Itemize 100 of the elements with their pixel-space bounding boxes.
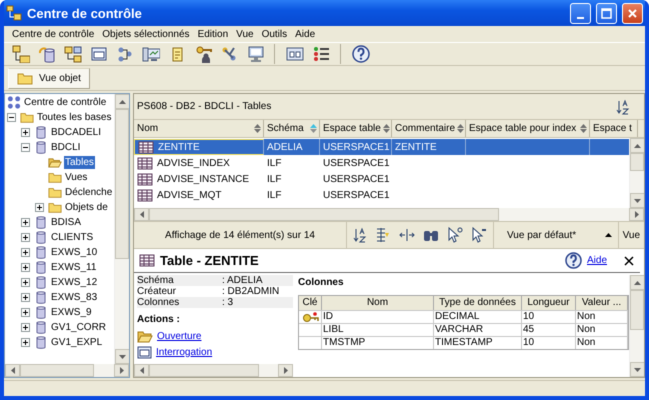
menu-item[interactable]: Vue [232, 28, 258, 40]
vertical-scrollbar[interactable] [114, 94, 129, 364]
expand-toggle[interactable] [21, 233, 30, 242]
left-arrow-icon[interactable] [140, 211, 144, 218]
tree-item[interactable]: Déclenche [64, 186, 114, 199]
table-cell[interactable]: ZENTITE [134, 139, 264, 155]
tree-item[interactable]: EXWS_9 [50, 306, 93, 319]
left-arrow-icon[interactable] [140, 367, 144, 374]
scroll-thumb[interactable] [115, 109, 129, 259]
help-link[interactable]: Aide [586, 255, 607, 266]
scroll-thumb[interactable] [630, 153, 644, 171]
filter-icon[interactable] [375, 227, 391, 243]
expand-toggle[interactable] [21, 323, 30, 332]
tree-item[interactable]: EXWS_11 [50, 261, 98, 274]
close-button[interactable] [622, 2, 643, 24]
window-icon[interactable] [286, 45, 304, 63]
tree-item[interactable]: BDISA [50, 216, 82, 229]
expand-toggle[interactable] [21, 218, 30, 227]
sort-icon[interactable] [353, 227, 367, 243]
scroll-thumb[interactable] [149, 364, 259, 377]
tree-item[interactable]: EXWS_83 [50, 291, 98, 304]
horizontal-scrollbar[interactable] [134, 208, 644, 221]
pointer-icon[interactable] [447, 227, 463, 243]
menu-item[interactable]: Outils [258, 28, 292, 40]
tools-icon[interactable] [220, 45, 238, 63]
maximize-button[interactable] [596, 2, 617, 24]
collapse-toggle[interactable] [7, 113, 16, 122]
view-dropdown[interactable]: Vue par défaut* [501, 222, 619, 248]
horizontal-scrollbar[interactable] [134, 364, 293, 377]
close-icon[interactable] [624, 256, 634, 266]
open-folder-icon[interactable] [137, 330, 153, 342]
tree-item[interactable]: Toutes les bases [36, 111, 112, 124]
menu-item[interactable]: Edition [194, 28, 232, 40]
console-icon[interactable] [90, 45, 108, 63]
view-button[interactable]: Vue [618, 222, 644, 248]
menu-item[interactable]: Aide [291, 28, 320, 40]
expand-toggle[interactable] [21, 308, 30, 317]
menu-item[interactable]: Objets sélectionnés [98, 28, 194, 40]
column-header[interactable]: Nom [134, 120, 264, 137]
left-arrow-icon[interactable] [10, 367, 14, 374]
tree-item[interactable]: GV1_CORR [50, 321, 108, 334]
vertical-scrollbar[interactable] [629, 138, 644, 208]
menu-item[interactable]: Centre de contrôle [8, 28, 98, 40]
expand-toggle[interactable] [21, 263, 30, 272]
minimize-button[interactable] [570, 2, 591, 24]
table-cell[interactable]: ADVISE_INSTANCE [134, 171, 264, 187]
expand-toggle[interactable] [21, 248, 30, 257]
table-cell[interactable]: ADVISE_MQT [134, 187, 264, 203]
right-arrow-icon[interactable] [634, 211, 638, 218]
computer-icon[interactable] [246, 45, 264, 63]
up-arrow-icon[interactable] [634, 144, 641, 148]
tree-item[interactable]: BDCLI [50, 141, 82, 154]
column-header[interactable]: Espace table [320, 120, 392, 137]
right-arrow-icon[interactable] [284, 367, 288, 374]
action-link[interactable]: Ouverture [157, 330, 202, 342]
tree-item[interactable]: BDCADELI [50, 126, 102, 139]
expand-toggle[interactable] [35, 203, 44, 212]
action-link[interactable]: Interrogation [156, 346, 212, 358]
column-header[interactable]: Nom [322, 296, 434, 310]
tree-item[interactable]: Centre de contrôle [23, 96, 108, 109]
down-arrow-icon[interactable] [119, 354, 126, 358]
folder-tree-icon[interactable] [12, 45, 30, 63]
expand-toggle[interactable] [21, 293, 30, 302]
hierarchy-icon[interactable] [64, 45, 82, 63]
tree-item[interactable]: EXWS_10 [50, 246, 98, 259]
tree-item[interactable]: GV1_EXPL [50, 336, 104, 349]
table-cell[interactable]: ADVISE_INDEX [134, 155, 264, 171]
down-arrow-icon[interactable] [634, 368, 641, 372]
view-tab[interactable]: Vue objet [8, 68, 90, 88]
vertical-scrollbar[interactable] [629, 275, 644, 377]
up-arrow-icon[interactable] [634, 280, 641, 284]
horizontal-scrollbar[interactable] [5, 364, 129, 377]
flow-icon[interactable] [116, 45, 134, 63]
monitor-icon[interactable] [142, 45, 160, 63]
scroll-thumb[interactable] [630, 290, 644, 330]
column-header[interactable]: Valeur ... [576, 296, 628, 310]
expand-toggle[interactable] [21, 278, 30, 287]
column-header[interactable]: Espace table pour index [466, 120, 590, 137]
console-icon[interactable] [137, 346, 152, 358]
help-icon[interactable] [352, 45, 370, 63]
scroll-thumb[interactable] [149, 208, 499, 221]
right-arrow-icon[interactable] [120, 367, 124, 374]
expand-toggle[interactable] [21, 128, 30, 137]
pointer-icon[interactable] [471, 227, 487, 243]
column-header[interactable]: Schéma [264, 120, 320, 137]
tree-item[interactable]: Vues [64, 171, 88, 184]
columns-icon[interactable] [399, 227, 415, 243]
tree-item[interactable]: Tables [64, 156, 95, 169]
column-header[interactable]: Clé [299, 296, 322, 310]
tree-item[interactable]: CLIENTS [50, 231, 94, 244]
scroll-thumb[interactable] [20, 364, 94, 377]
collapse-toggle[interactable] [21, 143, 30, 152]
column-header[interactable]: Type de données [434, 296, 522, 310]
up-arrow-icon[interactable] [119, 100, 126, 104]
down-arrow-icon[interactable] [634, 198, 641, 202]
help-icon[interactable] [564, 252, 582, 269]
tree-item[interactable]: Objets de [64, 201, 109, 214]
sort-icon[interactable] [616, 98, 630, 114]
expand-toggle[interactable] [21, 338, 30, 347]
column-header[interactable]: Commentaire [392, 120, 466, 137]
